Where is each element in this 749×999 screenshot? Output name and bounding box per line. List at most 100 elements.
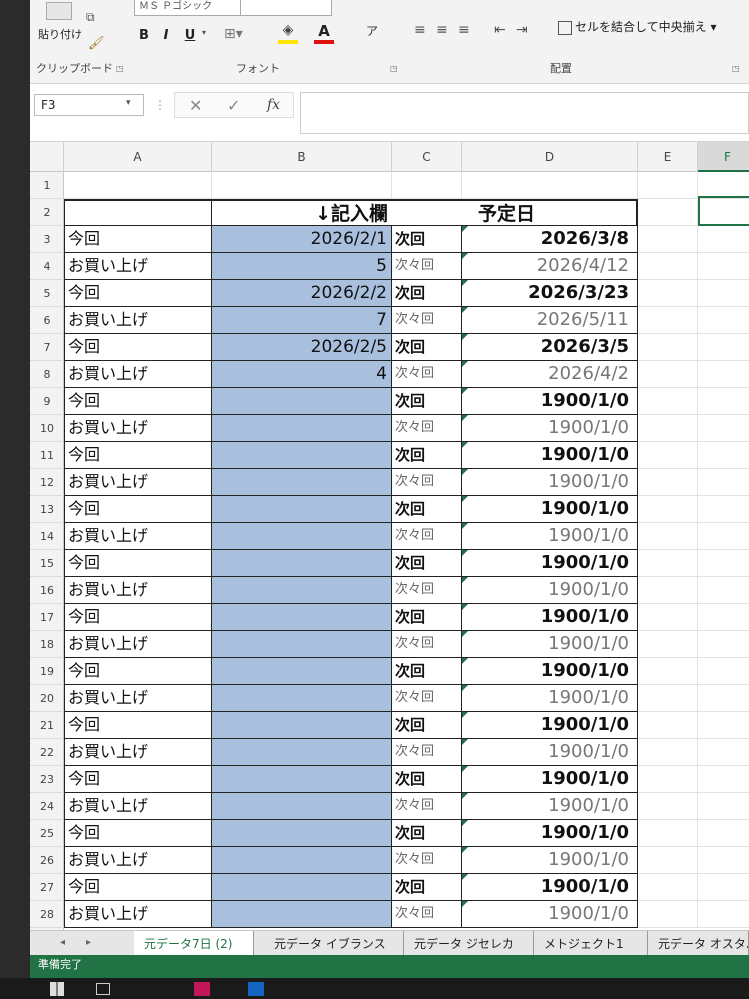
cell-d[interactable]: 1900/1/0 bbox=[462, 415, 638, 442]
cell-b[interactable] bbox=[212, 793, 392, 820]
cell-d[interactable]: 1900/1/0 bbox=[462, 874, 638, 901]
cell-f[interactable] bbox=[698, 874, 749, 901]
cell-c[interactable]: 次々回 bbox=[392, 577, 462, 604]
cell-f[interactable] bbox=[698, 523, 749, 550]
borders-icon[interactable]: ⊞▾ bbox=[224, 26, 243, 42]
column-header-f[interactable]: F bbox=[698, 142, 749, 172]
cell-f[interactable] bbox=[698, 415, 749, 442]
cell-b[interactable]: 7 bbox=[212, 307, 392, 334]
cell-f[interactable] bbox=[698, 604, 749, 631]
cell-d[interactable]: 1900/1/0 bbox=[462, 766, 638, 793]
cell-a[interactable]: 今回 bbox=[64, 550, 212, 577]
cell-c[interactable]: 次々回 bbox=[392, 253, 462, 280]
cell-d[interactable]: 1900/1/0 bbox=[462, 496, 638, 523]
cell-d[interactable]: 1900/1/0 bbox=[462, 712, 638, 739]
cell-e[interactable] bbox=[638, 307, 698, 334]
cell-e[interactable] bbox=[638, 253, 698, 280]
column-header-a[interactable]: A bbox=[64, 142, 212, 172]
cell-f[interactable] bbox=[698, 712, 749, 739]
cell-d[interactable]: 予定日 bbox=[462, 199, 638, 226]
cell-b[interactable] bbox=[212, 604, 392, 631]
cell-d[interactable] bbox=[462, 172, 638, 199]
cell-c[interactable]: 次々回 bbox=[392, 631, 462, 658]
task-view-icon[interactable] bbox=[96, 983, 110, 995]
cell-d[interactable]: 2026/3/8 bbox=[462, 226, 638, 253]
cell-a[interactable]: お買い上げ bbox=[64, 631, 212, 658]
tab-scroll-right-icon[interactable]: ▸ bbox=[86, 937, 91, 948]
format-painter-icon[interactable]: 🖌 bbox=[88, 36, 106, 51]
increase-indent-icon[interactable]: ⇥ bbox=[516, 22, 536, 42]
copy-icon[interactable]: ⧉ bbox=[86, 10, 104, 24]
row-header[interactable]: 14 bbox=[30, 523, 64, 550]
dialog-launcher-icon[interactable]: ◳ bbox=[732, 64, 740, 73]
cell-e[interactable] bbox=[638, 874, 698, 901]
cell-c[interactable] bbox=[392, 199, 462, 226]
insert-function-button[interactable]: fx bbox=[267, 97, 280, 113]
cell-f[interactable] bbox=[698, 847, 749, 874]
cell-a[interactable]: お買い上げ bbox=[64, 847, 212, 874]
cell-f[interactable] bbox=[698, 307, 749, 334]
merge-center-button[interactable]: セルを結合して中央揃え ▾ bbox=[558, 18, 717, 38]
cell-b[interactable] bbox=[212, 415, 392, 442]
cell-b[interactable] bbox=[212, 901, 392, 928]
cell-a[interactable]: 今回 bbox=[64, 388, 212, 415]
row-header[interactable]: 22 bbox=[30, 739, 64, 766]
cell-f[interactable] bbox=[698, 469, 749, 496]
cell-c[interactable]: 次々回 bbox=[392, 793, 462, 820]
cell-d[interactable]: 1900/1/0 bbox=[462, 793, 638, 820]
cell-d[interactable]: 1900/1/0 bbox=[462, 847, 638, 874]
cell-a[interactable] bbox=[64, 172, 212, 199]
cell-d[interactable]: 1900/1/0 bbox=[462, 631, 638, 658]
cell-c[interactable]: 次回 bbox=[392, 388, 462, 415]
sheet-tab[interactable]: 元データ7日 (2) bbox=[134, 931, 254, 957]
cell-a[interactable]: 今回 bbox=[64, 766, 212, 793]
sheet-tab[interactable]: 元データ イブランス bbox=[264, 931, 404, 957]
cell-a[interactable]: 今回 bbox=[64, 442, 212, 469]
cell-a[interactable]: お買い上げ bbox=[64, 793, 212, 820]
cell-d[interactable]: 2026/3/5 bbox=[462, 334, 638, 361]
cell-e[interactable] bbox=[638, 550, 698, 577]
cell-a[interactable]: お買い上げ bbox=[64, 469, 212, 496]
cell-b[interactable]: ↓記入欄 bbox=[212, 199, 392, 226]
cell-d[interactable]: 1900/1/0 bbox=[462, 523, 638, 550]
cell-d[interactable]: 2026/4/12 bbox=[462, 253, 638, 280]
app-icon[interactable] bbox=[248, 982, 264, 996]
cell-e[interactable] bbox=[638, 334, 698, 361]
row-header[interactable]: 6 bbox=[30, 307, 64, 334]
cell-b[interactable] bbox=[212, 685, 392, 712]
decrease-indent-icon[interactable]: ⇤ bbox=[494, 22, 514, 42]
active-cell-f3[interactable] bbox=[698, 196, 749, 226]
cell-area[interactable]: ↓記入欄 予定日 今回 2026/2/1 次回 2026/3/8 お買い上げ 5 次々回 2026… bbox=[64, 172, 749, 930]
cell-e[interactable] bbox=[638, 820, 698, 847]
dialog-launcher-icon[interactable]: ◳ bbox=[116, 64, 124, 73]
cell-b[interactable]: 5 bbox=[212, 253, 392, 280]
tab-scroll-left-icon[interactable]: ◂ bbox=[60, 937, 65, 948]
column-header-e[interactable]: E bbox=[638, 142, 698, 172]
cell-f[interactable] bbox=[698, 685, 749, 712]
check-icon[interactable]: ✓ bbox=[227, 96, 240, 115]
row-header[interactable]: 8 bbox=[30, 361, 64, 388]
cell-d[interactable]: 2026/5/11 bbox=[462, 307, 638, 334]
cell-d[interactable]: 2026/4/2 bbox=[462, 361, 638, 388]
cell-c[interactable]: 次々回 bbox=[392, 469, 462, 496]
cell-f[interactable] bbox=[698, 658, 749, 685]
cell-f[interactable] bbox=[698, 280, 749, 307]
cell-e[interactable] bbox=[638, 658, 698, 685]
cell-b[interactable] bbox=[212, 847, 392, 874]
cell-e[interactable] bbox=[638, 280, 698, 307]
cell-c[interactable]: 次々回 bbox=[392, 901, 462, 928]
cell-f[interactable] bbox=[698, 253, 749, 280]
cell-e[interactable] bbox=[638, 469, 698, 496]
cell-a[interactable]: 今回 bbox=[64, 820, 212, 847]
row-header[interactable]: 10 bbox=[30, 415, 64, 442]
cell-f[interactable] bbox=[698, 334, 749, 361]
row-header[interactable]: 2 bbox=[30, 199, 64, 226]
cell-d[interactable]: 1900/1/0 bbox=[462, 388, 638, 415]
cell-b[interactable] bbox=[212, 874, 392, 901]
cell-c[interactable]: 次回 bbox=[392, 658, 462, 685]
row-header[interactable]: 3 bbox=[30, 226, 64, 253]
cell-e[interactable] bbox=[638, 415, 698, 442]
row-header[interactable]: 23 bbox=[30, 766, 64, 793]
cancel-icon[interactable]: ✕ bbox=[189, 96, 202, 115]
cell-e[interactable] bbox=[638, 442, 698, 469]
